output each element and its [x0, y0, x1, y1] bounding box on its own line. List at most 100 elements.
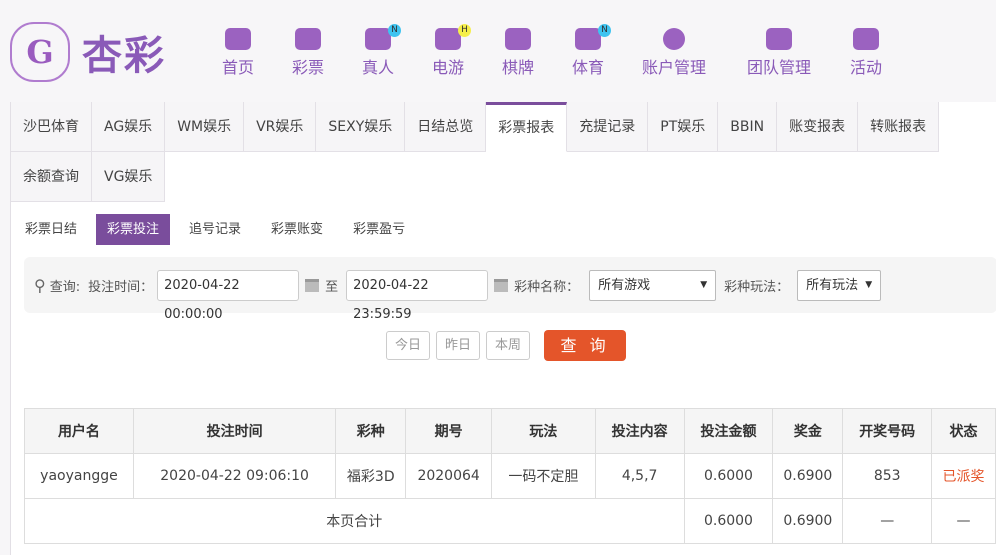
yen-icon — [663, 28, 685, 50]
nav-label: 体育 — [572, 58, 605, 77]
nav-label: 活动 — [850, 58, 883, 77]
tab[interactable]: BBIN — [718, 102, 778, 152]
total-label: 本页合计 — [24, 498, 685, 544]
cell-play: 一码不定胆 — [491, 453, 596, 499]
tab[interactable]: 充提记录 — [567, 102, 649, 152]
home-icon — [225, 28, 251, 50]
col-header: 彩种 — [335, 408, 407, 454]
tab[interactable]: SEXY娱乐 — [316, 102, 406, 152]
badge: N — [598, 24, 611, 37]
ticket-icon — [295, 28, 321, 50]
subtab[interactable]: 彩票日结 — [14, 214, 88, 245]
tab[interactable]: 转账报表 — [858, 102, 940, 152]
nav-slots[interactable]: H 电游 — [432, 24, 471, 78]
nav-lottery[interactable]: 彩票 — [292, 28, 324, 78]
tab[interactable]: 账变报表 — [777, 102, 859, 152]
total-row: 本页合计 0.6000 0.6900 — — — [24, 498, 996, 544]
col-header: 开奖号码 — [842, 408, 933, 454]
tab[interactable]: VR娱乐 — [244, 102, 317, 152]
col-header: 奖金 — [772, 408, 844, 454]
col-header: 玩法 — [491, 408, 596, 454]
nav-label: 彩票 — [292, 58, 325, 77]
team-icon — [766, 28, 792, 50]
nav-promo[interactable]: 活动 — [850, 28, 882, 78]
tab[interactable]: 日结总览 — [405, 102, 487, 152]
tab[interactable]: AG娱乐 — [92, 102, 166, 152]
play-value: 所有玩法 — [806, 277, 859, 293]
nav-label: 真人 — [362, 58, 395, 77]
header: G 杏彩 首页 彩票 N 真人 H 电游 棋牌 N 体育 账户管理 团队管理 活动 — [0, 0, 996, 100]
tab[interactable]: PT娱乐 — [648, 102, 719, 152]
badge: N — [388, 24, 401, 37]
cell-username: yaoyangge — [24, 453, 134, 499]
col-header: 投注金额 — [683, 408, 774, 454]
col-header: 投注内容 — [594, 408, 685, 454]
col-header: 期号 — [405, 408, 493, 454]
col-header: 投注时间 — [132, 408, 337, 454]
subtab[interactable]: 追号记录 — [178, 214, 252, 245]
calendar-icon[interactable] — [305, 278, 320, 292]
game-value: 所有游戏 — [598, 277, 651, 293]
total-bonus: 0.6900 — [772, 498, 844, 544]
nav-cards[interactable]: 棋牌 — [502, 28, 534, 78]
live-dealer-icon: N — [365, 24, 401, 50]
calendar-icon[interactable] — [494, 278, 509, 292]
yesterday-button[interactable]: 昨日 — [436, 331, 481, 360]
trophy-icon: N — [575, 24, 611, 50]
play-select[interactable]: 所有玩法 ▼ — [797, 269, 882, 301]
time-label: 投注时间： — [88, 279, 154, 295]
game-select[interactable]: 所有游戏 ▼ — [589, 269, 717, 301]
nav-label: 首页 — [222, 58, 255, 77]
cell-bonus: 0.6900 — [772, 453, 844, 499]
nav-label: 账户管理 — [642, 58, 707, 77]
nav-label: 电游 — [432, 58, 465, 77]
filter-bar: ⚲ 查询: 投注时间： 2020-04-22 00:00:00 至 2020-0… — [24, 257, 996, 322]
search-icon: ⚲ — [34, 275, 46, 295]
nav-account[interactable]: 账户管理 — [642, 28, 706, 78]
cell-time: 2020-04-22 09:06:10 — [132, 453, 337, 499]
tab-row-1: 沙巴体育 AG娱乐 WM娱乐 VR娱乐 SEXY娱乐 日结总览 彩票报表 充提记… — [11, 102, 940, 152]
this-week-button[interactable]: 本周 — [486, 331, 531, 360]
gift-icon — [853, 28, 879, 50]
tab[interactable]: 余额查询 — [11, 152, 92, 202]
table-header: 用户名 投注时间 彩种 期号 玩法 投注内容 投注金额 奖金 开奖号码 状态 — [24, 408, 996, 454]
cell-content: 4,5,7 — [594, 453, 685, 499]
tab-lottery-report[interactable]: 彩票报表 — [486, 102, 568, 152]
status-badge: 已派奖 — [931, 453, 996, 499]
tab[interactable]: 沙巴体育 — [11, 102, 92, 152]
today-button[interactable]: 今日 — [386, 331, 431, 360]
subtab[interactable]: 彩票盈亏 — [342, 214, 416, 245]
total-status: — — [931, 498, 996, 544]
bets-table: 用户名 投注时间 彩种 期号 玩法 投注内容 投注金额 奖金 开奖号码 状态 y… — [24, 408, 996, 544]
main-nav: 首页 彩票 N 真人 H 电游 棋牌 N 体育 账户管理 团队管理 活动 — [0, 24, 996, 88]
cell-number: 853 — [842, 453, 933, 499]
to-label: 至 — [325, 279, 339, 295]
total-amount: 0.6000 — [683, 498, 774, 544]
cards-icon — [505, 28, 531, 50]
nav-team[interactable]: 团队管理 — [747, 28, 811, 78]
search-button[interactable]: 查 询 — [544, 330, 627, 361]
nav-live[interactable]: N 真人 — [362, 24, 401, 78]
end-time-input[interactable]: 2020-04-22 23:59:59 — [346, 269, 489, 322]
quick-buttons: 今日 昨日 本周 查 询 — [386, 330, 627, 361]
nav-home[interactable]: 首页 — [222, 28, 254, 78]
nav-sports[interactable]: N 体育 — [572, 24, 611, 78]
game-label: 彩种名称： — [514, 279, 580, 295]
tab-row-2: 余额查询 VG娱乐 — [11, 152, 166, 202]
total-number: — — [842, 498, 933, 544]
cell-issue: 2020064 — [405, 453, 493, 499]
tab[interactable]: WM娱乐 — [165, 102, 245, 152]
tab[interactable]: VG娱乐 — [92, 152, 166, 202]
cell-game: 福彩3D — [335, 453, 407, 499]
table-row: yaoyangge 2020-04-22 09:06:10 福彩3D 20200… — [24, 453, 996, 499]
chevron-down-icon: ▼ — [700, 279, 708, 290]
col-header: 用户名 — [24, 408, 134, 454]
subtab[interactable]: 彩票账变 — [260, 214, 334, 245]
subtab-bets[interactable]: 彩票投注 — [96, 214, 171, 245]
start-time-input[interactable]: 2020-04-22 00:00:00 — [157, 269, 300, 322]
nav-label: 团队管理 — [747, 58, 812, 77]
cell-amount: 0.6000 — [683, 453, 774, 499]
play-label: 彩种玩法： — [724, 279, 790, 295]
chevron-down-icon: ▼ — [865, 279, 873, 290]
report-panel: 沙巴体育 AG娱乐 WM娱乐 VR娱乐 SEXY娱乐 日结总览 彩票报表 充提记… — [10, 102, 996, 555]
